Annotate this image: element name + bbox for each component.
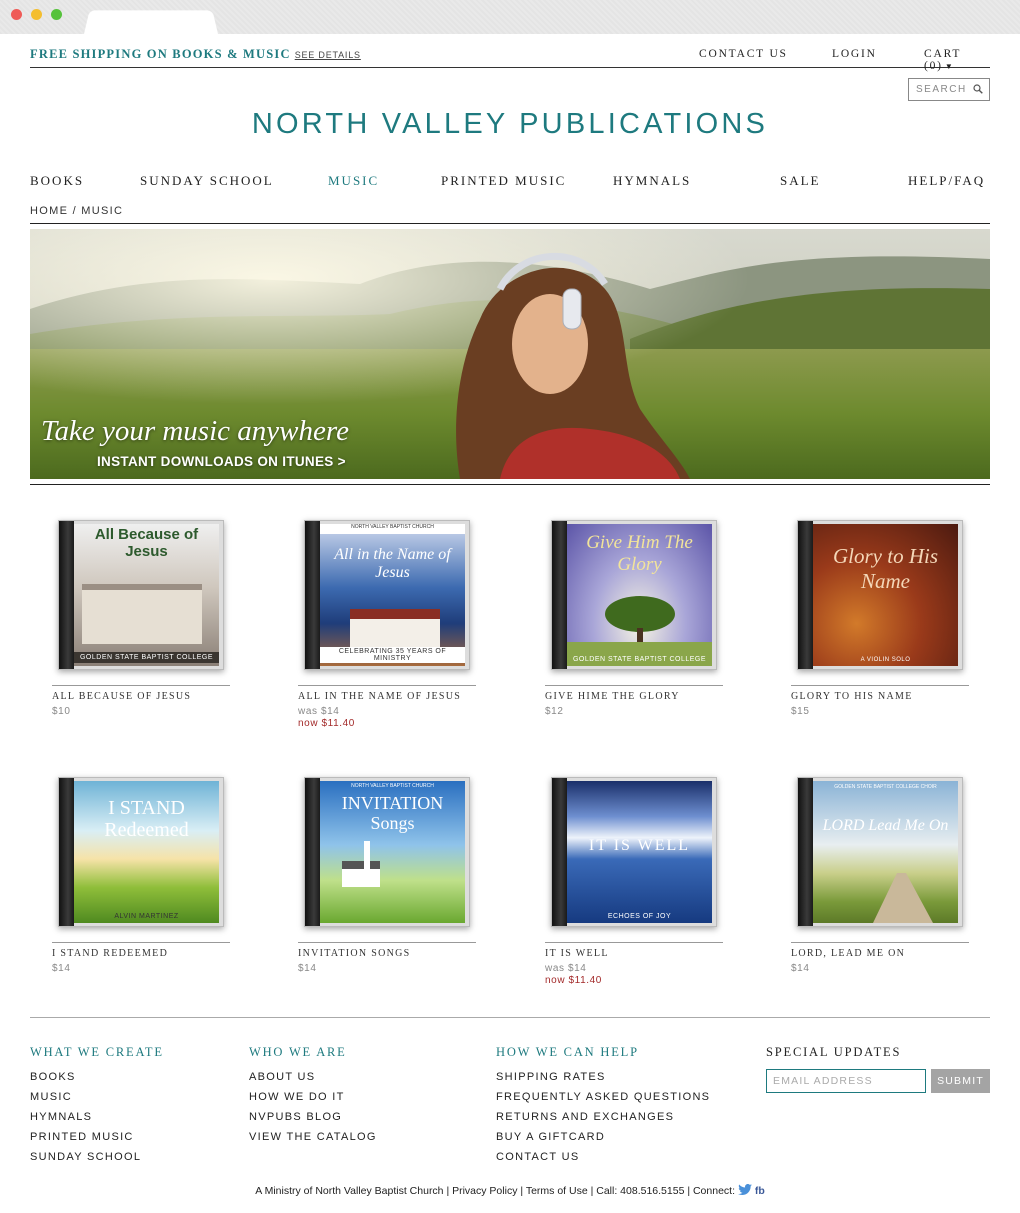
footer-bottom-bar: A Ministry of North Valley Baptist Churc… (255, 1184, 765, 1197)
footer-how-we-can-help: HOW WE CAN HELP SHIPPING RATES FREQUENTL… (496, 1045, 710, 1167)
maximize-window-icon[interactable] (51, 9, 62, 20)
product-name[interactable]: IT IS WELL (545, 948, 609, 959)
search-input[interactable] (909, 79, 971, 100)
product-name[interactable]: ALL IN THE NAME OF JESUS (298, 691, 461, 702)
product-name[interactable]: GIVE HIME THE GLORY (545, 691, 680, 702)
nav-sale[interactable]: SALE (780, 173, 821, 189)
footer-link-giftcard[interactable]: BUY A GIFTCARD (496, 1127, 710, 1147)
product-image[interactable]: NORTH VALLEY BAPTIST CHURCH INVITATION S… (304, 777, 470, 927)
browser-chrome (0, 0, 1020, 34)
footer-link-how-we-do-it[interactable]: HOW WE DO IT (249, 1087, 377, 1107)
product-image[interactable]: I STAND Redeemed ALVIN MARTINEZ (58, 777, 224, 927)
footer-heading: HOW WE CAN HELP (496, 1045, 639, 1059)
top-bar: FREE SHIPPING ON BOOKS & MUSIC SEE DETAIL… (30, 46, 990, 72)
footer-heading: WHO WE ARE (249, 1045, 347, 1059)
footer-link-returns[interactable]: RETURNS AND EXCHANGES (496, 1107, 710, 1127)
phone-number: Call: 408.516.5155 (596, 1185, 685, 1197)
product-name[interactable]: LORD, LEAD ME ON (791, 948, 905, 959)
close-window-icon[interactable] (11, 9, 22, 20)
privacy-policy-link[interactable]: Privacy Policy (452, 1185, 517, 1197)
facebook-icon[interactable]: fb (755, 1185, 765, 1197)
email-field[interactable] (766, 1069, 926, 1093)
browser-tab[interactable] (84, 10, 218, 34)
search-box (908, 78, 990, 101)
footer-link-printed-music[interactable]: PRINTED MUSIC (30, 1127, 164, 1147)
product-image[interactable]: NORTH VALLEY BAPTIST CHURCH All in the N… (304, 520, 470, 670)
cart-link[interactable]: CART (0) ▼ (924, 48, 990, 72)
hero-itunes-link[interactable]: INSTANT DOWNLOADS ON ITUNES > (97, 454, 346, 469)
nav-help-faq[interactable]: HELP/FAQ (908, 173, 985, 189)
minimize-window-icon[interactable] (31, 9, 42, 20)
product-price: $15 (791, 706, 810, 717)
login-link[interactable]: LOGIN (832, 48, 877, 60)
hero-banner[interactable]: Take your music anywhere INSTANT DOWNLOA… (30, 229, 990, 479)
promo-details-link[interactable]: SEE DETAILS (295, 50, 361, 60)
nav-books[interactable]: BOOKS (30, 173, 84, 189)
nav-sunday-school[interactable]: SUNDAY SCHOOL (140, 173, 274, 189)
product-price: $14 (791, 963, 810, 974)
footer-link-hymnals[interactable]: HYMNALS (30, 1107, 164, 1127)
page: FREE SHIPPING ON BOOKS & MUSIC SEE DETAIL… (0, 34, 1020, 1213)
footer-link-contact[interactable]: CONTACT US (496, 1147, 710, 1167)
nav-printed-music[interactable]: PRINTED MUSIC (441, 173, 566, 189)
footer-special-updates: SPECIAL UPDATES (766, 1045, 901, 1067)
product-price: $12 (545, 706, 564, 717)
product-price: was $14 (298, 706, 340, 717)
breadcrumb-separator: / (72, 205, 82, 217)
product-name[interactable]: I STAND REDEEMED (52, 948, 168, 959)
twitter-icon[interactable] (737, 1184, 752, 1195)
footer-who-we-are: WHO WE ARE ABOUT US HOW WE DO IT NVPUBS … (249, 1045, 377, 1147)
footer-link-shipping[interactable]: SHIPPING RATES (496, 1067, 710, 1087)
product-image[interactable]: Give Him The Glory GOLDEN STATE BAPTIST … (551, 520, 717, 670)
connect-label: Connect: (692, 1185, 735, 1197)
cart-label: CART (0) (924, 48, 961, 72)
product-price: $14 (298, 963, 317, 974)
promo-text: FREE SHIPPING ON BOOKS & MUSIC (30, 47, 291, 61)
search-icon[interactable] (973, 84, 983, 94)
product-price: was $14 (545, 963, 587, 974)
hero-divider (30, 484, 990, 485)
product-name[interactable]: GLORY TO HIS NAME (791, 691, 913, 702)
product-image[interactable]: All Because of Jesus GOLDEN STATE BAPTIS… (58, 520, 224, 670)
breadcrumb-home[interactable]: HOME (30, 205, 68, 217)
product-name[interactable]: INVITATION SONGS (298, 948, 411, 959)
footer-what-we-create: WHAT WE CREATE BOOKS MUSIC HYMNALS PRINT… (30, 1045, 164, 1167)
submit-button[interactable]: SUBMIT (931, 1069, 990, 1093)
footer-heading: SPECIAL UPDATES (766, 1045, 902, 1059)
product-name[interactable]: ALL BECAUSE OF JESUS (52, 691, 191, 702)
footer-link-sunday-school[interactable]: SUNDAY SCHOOL (30, 1147, 164, 1167)
footer-link-blog[interactable]: NVPUBS BLOG (249, 1107, 377, 1127)
product-sale-price: now $11.40 (298, 718, 355, 729)
chevron-down-icon: ▼ (944, 62, 955, 71)
footer-divider (30, 1017, 990, 1018)
breadcrumb: HOME / MUSIC (30, 205, 990, 224)
nav-music[interactable]: MUSIC (328, 173, 379, 189)
nav-hymnals[interactable]: HYMNALS (613, 173, 691, 189)
product-image[interactable]: Glory to His Name A VIOLIN SOLO (797, 520, 963, 670)
product-image[interactable]: IT IS WELL ECHOES OF JOY (551, 777, 717, 927)
footer-link-about-us[interactable]: ABOUT US (249, 1067, 377, 1087)
site-logo[interactable]: NORTH VALLEY PUBLICATIONS (0, 108, 1020, 141)
footer-link-music[interactable]: MUSIC (30, 1087, 164, 1107)
product-sale-price: now $11.40 (545, 975, 602, 986)
terms-of-use-link[interactable]: Terms of Use (526, 1185, 588, 1197)
product-image[interactable]: GOLDEN STATE BAPTIST COLLEGE CHOIR LORD … (797, 777, 963, 927)
contact-us-link[interactable]: CONTACT US (699, 48, 788, 60)
product-price: $10 (52, 706, 71, 717)
product-price: $14 (52, 963, 71, 974)
hero-title: Take your music anywhere (41, 415, 349, 447)
ministry-text: A Ministry of North Valley Baptist Churc… (255, 1185, 444, 1197)
footer-link-faq[interactable]: FREQUENTLY ASKED QUESTIONS (496, 1087, 710, 1107)
footer-heading: WHAT WE CREATE (30, 1045, 164, 1059)
footer-link-books[interactable]: BOOKS (30, 1067, 164, 1087)
footer-link-catalog[interactable]: VIEW THE CATALOG (249, 1127, 377, 1147)
breadcrumb-current: MUSIC (81, 205, 124, 217)
promo-banner: FREE SHIPPING ON BOOKS & MUSIC SEE DETAIL… (30, 47, 361, 62)
